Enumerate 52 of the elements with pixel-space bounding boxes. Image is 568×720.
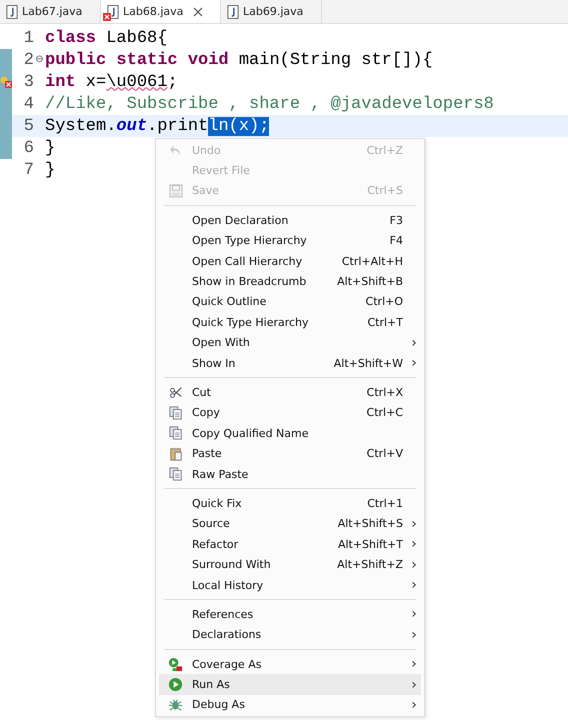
menu-item[interactable]: Local History › — [159, 574, 421, 596]
menu-item[interactable]: Quick Outline Ctrl+O — [159, 292, 421, 312]
line-number: 2 — [22, 50, 34, 70]
menu-item[interactable]: Quick Type Hierarchy Ctrl+T — [159, 312, 421, 333]
menu-item[interactable]: Declarations › — [159, 624, 421, 645]
copy-icon — [168, 467, 182, 482]
menu-item[interactable]: Coverage As › — [159, 654, 421, 674]
code-text: //Like, Subscribe , share , @javadevelopers8 — [45, 94, 494, 114]
coverage-icon — [168, 656, 183, 672]
menu-item[interactable]: Run As › — [159, 674, 421, 695]
menu-item[interactable]: Copy Qualified Name — [159, 423, 421, 444]
menu-item[interactable]: Show in Breadcrumb Alt+Shift+B — [159, 271, 421, 292]
menu-item[interactable]: Refactor Alt+Shift+T › — [159, 534, 421, 554]
menu-item[interactable]: Open Declaration F3 — [159, 210, 421, 231]
menu-item[interactable]: Quick Fix Ctrl+1 — [159, 493, 421, 514]
menu-item[interactable]: Copy Ctrl+C — [159, 402, 421, 424]
run-icon — [168, 677, 183, 692]
code-text: class Lab68{ — [45, 28, 168, 48]
menu-item[interactable]: Raw Paste — [159, 464, 421, 484]
line-number: 7 — [22, 160, 34, 180]
line-number: 3 — [22, 72, 34, 92]
java-file-icon — [227, 4, 239, 18]
scissors-icon — [168, 385, 182, 400]
bug-icon — [168, 697, 183, 712]
editor-tab[interactable]: Lab69.java — [221, 0, 322, 23]
menu-item[interactable]: Open Type Hierarchy F4 — [159, 230, 421, 251]
menu-item[interactable]: Surround With Alt+Shift+Z › — [159, 554, 421, 575]
menu-item[interactable]: Open With › — [159, 332, 421, 353]
menu-item[interactable]: Cut Ctrl+X — [159, 382, 421, 403]
code-text: int x=\u0061; — [45, 72, 178, 92]
menu-item[interactable]: References › — [159, 604, 421, 625]
code-text: public static void main(String str[]){ — [45, 50, 433, 70]
code-text: System.out.print ln(x); — [45, 116, 270, 136]
clipboard-icon — [168, 446, 182, 461]
code-text: } — [45, 160, 56, 180]
editor-tab[interactable]: Lab68.java — [101, 0, 221, 23]
collapse-toggle[interactable]: ⊖ — [35, 55, 44, 65]
menu-item[interactable]: Show In Alt+Shift+W › — [159, 352, 421, 374]
menu-item[interactable]: Open Call Hierarchy Ctrl+Alt+H — [159, 250, 421, 272]
copy-icon — [168, 426, 182, 440]
menu-item[interactable]: Paste Ctrl+V — [159, 443, 421, 464]
line-number: 1 — [22, 28, 34, 48]
line-number: 6 — [22, 138, 34, 158]
copy-icon — [168, 406, 182, 420]
line-number: 5 — [22, 116, 34, 136]
code-text: } — [45, 138, 56, 158]
save-icon — [168, 184, 182, 198]
line-number: 4 — [22, 94, 34, 114]
menu-item[interactable]: Debug As › — [159, 694, 421, 716]
menu-item[interactable]: Source Alt+Shift+S › — [159, 514, 421, 534]
close-icon[interactable] — [193, 6, 204, 16]
java-file-icon — [6, 4, 18, 18]
